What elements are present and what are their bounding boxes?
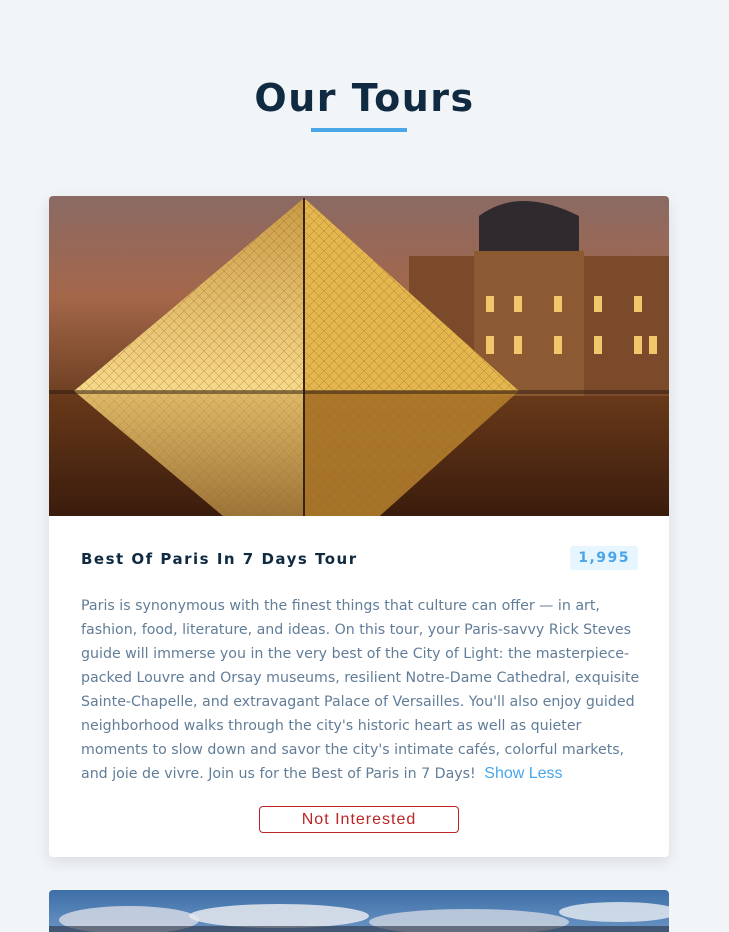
- tour-price: 1,995: [570, 546, 638, 570]
- tour-image: [49, 890, 669, 932]
- section-title: Our Tours: [0, 74, 729, 122]
- tour-card: Best Of Paris In 7 Days Tour 1,995 Paris…: [49, 196, 669, 857]
- tour-card: [49, 890, 669, 932]
- page-title: Our Tours: [254, 76, 475, 120]
- tour-description: Paris is synonymous with the finest thin…: [81, 594, 641, 786]
- title-underline: [311, 128, 407, 132]
- tour-name: Best Of Paris In 7 Days Tour: [81, 550, 358, 568]
- show-less-button[interactable]: Show Less: [484, 765, 562, 783]
- not-interested-button[interactable]: Not Interested: [259, 806, 459, 833]
- tour-description-text: Paris is synonymous with the finest thin…: [81, 598, 640, 782]
- tour-image: [49, 196, 669, 516]
